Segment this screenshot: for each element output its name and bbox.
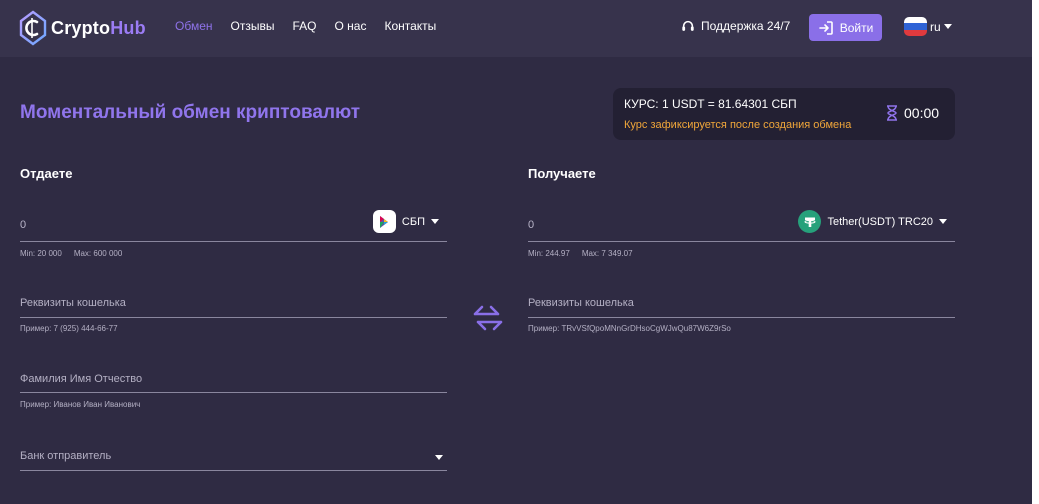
receive-amount-input[interactable]: 0: [528, 219, 534, 231]
receive-title: Получаете: [528, 166, 596, 181]
exchange-app: CryptoHub Обмен Отзывы FAQ О нас Контакт…: [0, 0, 1032, 504]
rate-box: КУРС: 1 USDT = 81.64301 СБП Курс зафикси…: [613, 88, 955, 140]
give-wallet-placeholder: Реквизиты кошелька: [20, 297, 126, 309]
russia-flag-icon: [904, 17, 927, 36]
main-nav: Обмен Отзывы FAQ О нас Контакты: [175, 19, 436, 33]
receive-wallet-field[interactable]: Реквизиты кошелька: [528, 283, 955, 318]
timer: 00:00: [885, 105, 939, 121]
receive-max: Max: 7 349.07: [581, 249, 633, 258]
swap-arrows-icon[interactable]: [472, 304, 504, 332]
full-name-placeholder: Фамилия Имя Отчество: [20, 373, 143, 385]
rate-note: Курс зафиксируется после создания обмена: [624, 119, 852, 131]
give-amount-input[interactable]: 0: [20, 219, 26, 231]
sender-bank-placeholder: Банк отправитель: [20, 450, 112, 462]
page-title: Моментальный обмен криптовалют: [20, 102, 361, 123]
give-title: Отдаете: [20, 166, 73, 181]
support-label: Поддержка 24/7: [701, 19, 791, 33]
hourglass-icon: [887, 105, 897, 121]
logo-text: CryptoHub: [51, 17, 146, 38]
give-amount-field[interactable]: 0 СБП: [20, 207, 447, 242]
receive-amount-field[interactable]: 0 Tether(USDT) TRC20: [528, 207, 955, 242]
give-max: Max: 600 000: [73, 249, 123, 258]
chevron-down-icon: [943, 24, 952, 29]
nav-item-exchange[interactable]: Обмен: [175, 19, 213, 33]
header: CryptoHub Обмен Отзывы FAQ О нас Контакт…: [0, 0, 1032, 57]
give-limits: Min: 20 000 Max: 600 000: [20, 249, 122, 258]
receive-wallet-placeholder: Реквизиты кошелька: [528, 297, 634, 309]
give-wallet-field[interactable]: Реквизиты кошелька: [20, 283, 447, 318]
logo-icon: [19, 10, 47, 46]
give-currency-label: СБП: [401, 215, 425, 228]
chevron-down-icon: [431, 219, 439, 224]
window-edge: [1032, 0, 1039, 504]
headset-icon: [682, 20, 694, 31]
chevron-down-icon: [939, 219, 947, 224]
full-name-field[interactable]: Фамилия Имя Отчество: [20, 358, 447, 393]
full-name-hint: Пример: Иванов Иван Иванович: [20, 400, 141, 409]
receive-min: Min: 244.97: [528, 249, 570, 258]
language-label: ru: [930, 19, 941, 34]
login-icon: [818, 20, 833, 35]
login-button[interactable]: Войти: [809, 14, 882, 41]
give-wallet-hint: Пример: 7 (925) 444-66-77: [20, 324, 118, 333]
sender-bank-select[interactable]: Банк отправитель: [20, 436, 447, 471]
receive-currency-selector[interactable]: Tether(USDT) TRC20: [798, 210, 947, 233]
sbp-icon: [372, 210, 396, 233]
login-label: Войти: [839, 20, 874, 35]
chevron-down-icon: [435, 455, 443, 460]
receive-currency-label: Tether(USDT) TRC20: [827, 215, 933, 228]
nav-item-faq[interactable]: FAQ: [292, 19, 316, 33]
nav-item-reviews[interactable]: Отзывы: [231, 19, 275, 33]
receive-limits: Min: 244.97 Max: 7 349.07: [528, 249, 633, 258]
tether-icon: [798, 210, 822, 233]
language-selector[interactable]: ru: [904, 17, 952, 36]
receive-wallet-hint: Пример: TRvVSfQpoMNnGrDHsoCgWJwQu87W6Z9r…: [528, 324, 731, 333]
nav-item-contacts[interactable]: Контакты: [384, 19, 436, 33]
give-min: Min: 20 000: [20, 249, 62, 258]
give-currency-selector[interactable]: СБП: [372, 210, 439, 233]
timer-value: 00:00: [904, 105, 940, 121]
rate-text: КУРС: 1 USDT = 81.64301 СБП: [624, 97, 797, 111]
support-link[interactable]: Поддержка 24/7: [681, 19, 790, 33]
logo[interactable]: CryptoHub: [19, 10, 146, 46]
nav-item-about[interactable]: О нас: [334, 19, 366, 33]
